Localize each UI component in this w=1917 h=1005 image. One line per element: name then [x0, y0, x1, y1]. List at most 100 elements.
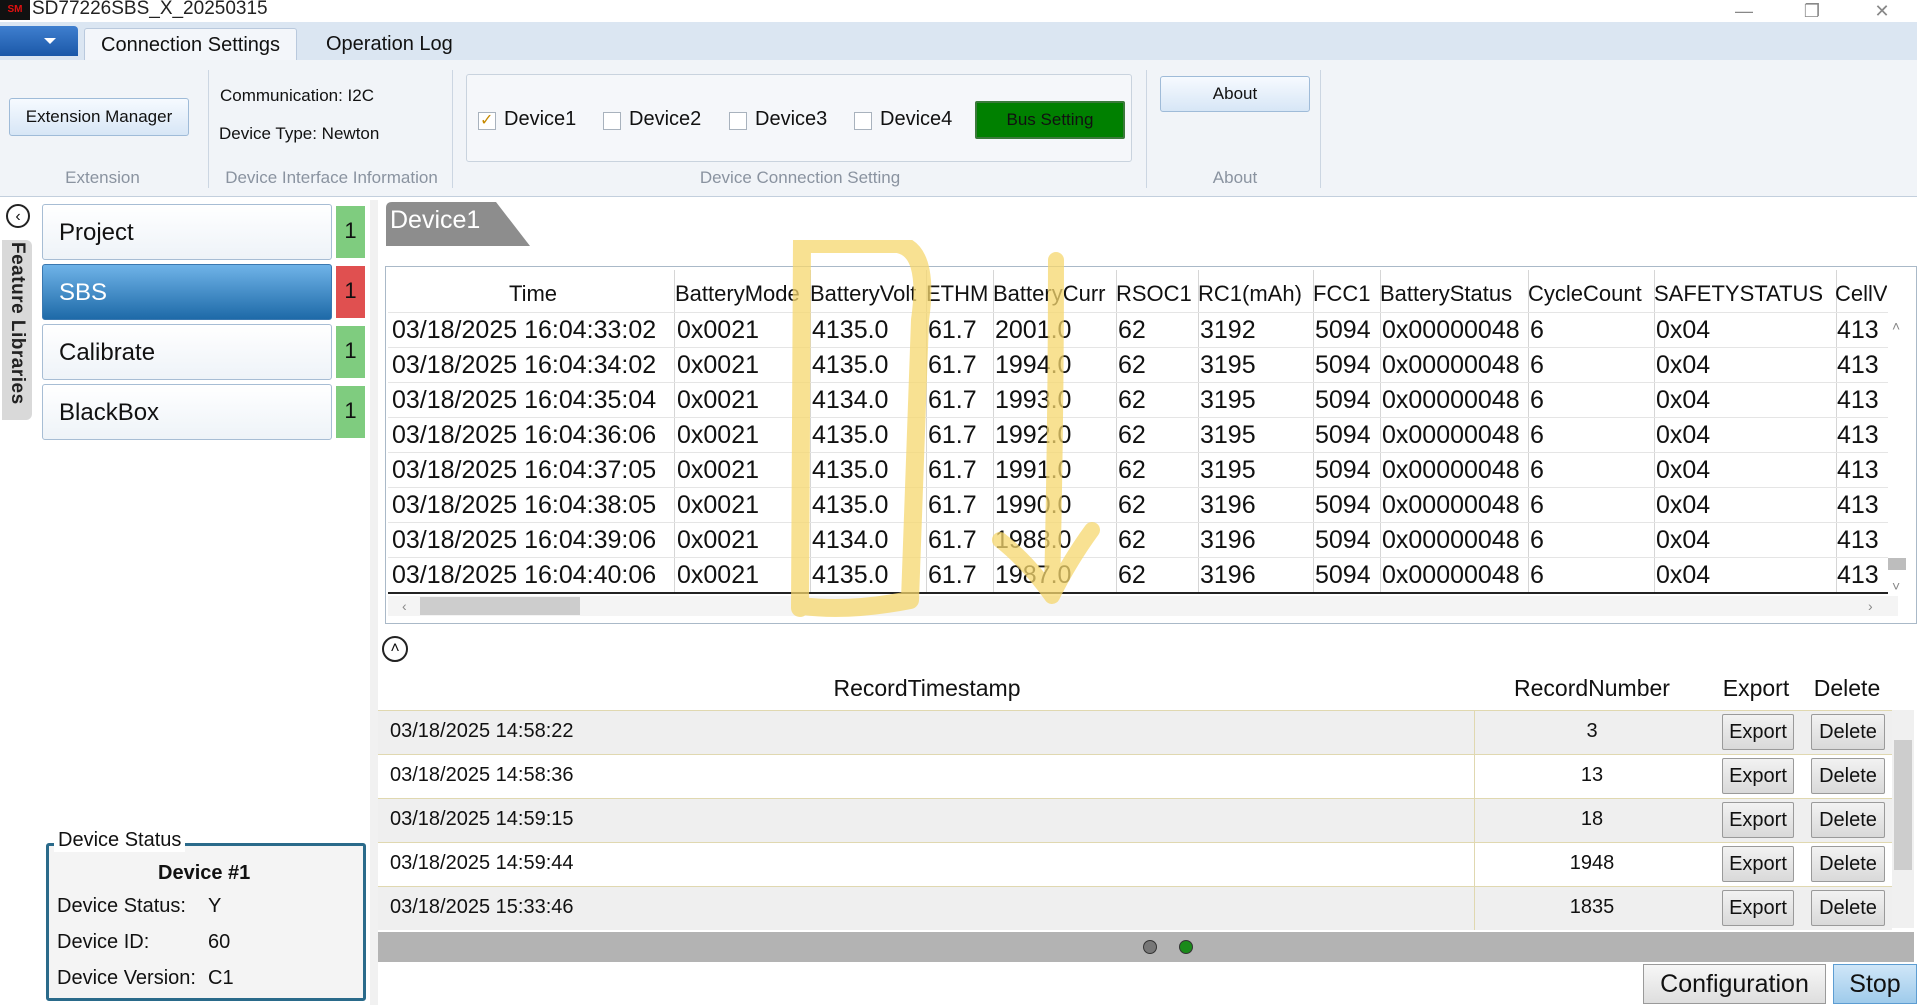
grid-cell[interactable]: 4135.0	[812, 348, 926, 382]
device4-checkbox[interactable]	[854, 112, 872, 130]
grid-cell[interactable]: 2001.0	[995, 313, 1115, 347]
grid-cell[interactable]: 6	[1530, 383, 1654, 417]
grid-cell[interactable]: 61.7	[928, 453, 994, 487]
grid-cell[interactable]: 0x04	[1656, 313, 1836, 347]
page-indicator-2[interactable]	[1179, 940, 1193, 954]
grid-col-header[interactable]: BatteryVolt	[810, 274, 926, 314]
grid-cell[interactable]: 5094	[1315, 558, 1380, 592]
grid-cell[interactable]: 6	[1530, 418, 1654, 452]
grid-cell[interactable]: 62	[1118, 418, 1198, 452]
grid-col-header[interactable]: BatteryMode	[675, 274, 810, 314]
grid-cell[interactable]: 61.7	[928, 418, 994, 452]
grid-cell[interactable]: 6	[1530, 313, 1654, 347]
collapse-sidebar-button[interactable]: ‹	[6, 204, 30, 228]
grid-cell[interactable]: 03/18/2025 16:04:36:06	[392, 418, 674, 452]
grid-cell[interactable]: 61.7	[928, 383, 994, 417]
col-header-record-number[interactable]: RecordNumber	[1476, 668, 1708, 708]
scroll-down-icon[interactable]: ˅	[1892, 578, 1900, 594]
grid-cell[interactable]: 0x00000048	[1382, 313, 1528, 347]
grid-cell[interactable]: 0x00000048	[1382, 348, 1528, 382]
collapse-records-button[interactable]: ˄	[382, 636, 408, 662]
about-button[interactable]: About	[1160, 76, 1310, 112]
grid-cell[interactable]: 413	[1837, 418, 1887, 452]
grid-col-header[interactable]: Time	[392, 274, 674, 314]
device3-checkbox[interactable]	[729, 112, 747, 130]
scroll-left-icon[interactable]: ‹	[402, 598, 407, 614]
grid-cell[interactable]: 62	[1118, 453, 1198, 487]
grid-cell[interactable]: 413	[1837, 313, 1887, 347]
grid-cell[interactable]: 03/18/2025 16:04:35:04	[392, 383, 674, 417]
sidebar-item-blackbox[interactable]: BlackBox	[42, 384, 332, 440]
grid-cell[interactable]: 4134.0	[812, 383, 926, 417]
grid-cell[interactable]: 62	[1118, 313, 1198, 347]
extension-manager-button[interactable]: Extension Manager	[9, 98, 189, 136]
grid-cell[interactable]: 4135.0	[812, 313, 926, 347]
scroll-up-icon[interactable]: ˄	[1892, 318, 1900, 334]
grid-cell[interactable]: 6	[1530, 558, 1654, 592]
grid-cell[interactable]: 0x00000048	[1382, 488, 1528, 522]
grid-cell[interactable]: 5094	[1315, 418, 1380, 452]
grid-col-header[interactable]: SAFETYSTATUS	[1654, 274, 1836, 314]
grid-cell[interactable]: 0x04	[1656, 418, 1836, 452]
grid-cell[interactable]: 3195	[1200, 418, 1313, 452]
grid-cell[interactable]: 61.7	[928, 558, 994, 592]
grid-horizontal-scrollbar[interactable]	[388, 596, 1898, 616]
grid-cell[interactable]: 5094	[1315, 348, 1380, 382]
grid-cell[interactable]: 0x00000048	[1382, 383, 1528, 417]
grid-cell[interactable]: 62	[1118, 383, 1198, 417]
export-button[interactable]: Export	[1722, 846, 1794, 882]
grid-col-header[interactable]: FCC1	[1313, 274, 1380, 314]
delete-button[interactable]: Delete	[1811, 846, 1885, 882]
grid-cell[interactable]: 0x04	[1656, 383, 1836, 417]
grid-cell[interactable]: 0x0021	[677, 488, 810, 522]
grid-col-header[interactable]: CellV	[1835, 274, 1887, 314]
grid-cell[interactable]: 1991.0	[995, 453, 1115, 487]
sidebar-item-sbs[interactable]: SBS	[42, 264, 332, 320]
grid-cell[interactable]: 5094	[1315, 488, 1380, 522]
grid-cell[interactable]: 6	[1530, 348, 1654, 382]
grid-cell[interactable]: 3195	[1200, 453, 1313, 487]
grid-cell[interactable]: 62	[1118, 488, 1198, 522]
close-button[interactable]: ✕	[1852, 0, 1912, 22]
export-button[interactable]: Export	[1722, 758, 1794, 794]
sidebar-item-project[interactable]: Project	[42, 204, 332, 260]
export-button[interactable]: Export	[1722, 890, 1794, 926]
grid-cell[interactable]: 0x04	[1656, 523, 1836, 557]
grid-cell[interactable]: 3195	[1200, 383, 1313, 417]
page-indicator-1[interactable]	[1143, 940, 1157, 954]
grid-cell[interactable]: 0x0021	[677, 313, 810, 347]
grid-cell[interactable]: 5094	[1315, 453, 1380, 487]
grid-cell[interactable]: 62	[1118, 523, 1198, 557]
grid-cell[interactable]: 62	[1118, 558, 1198, 592]
grid-cell[interactable]: 4135.0	[812, 418, 926, 452]
stop-button[interactable]: Stop	[1833, 964, 1917, 1004]
grid-cell[interactable]: 3192	[1200, 313, 1313, 347]
sidebar-item-calibrate[interactable]: Calibrate	[42, 324, 332, 380]
grid-cell[interactable]: 61.7	[928, 313, 994, 347]
grid-cell[interactable]: 0x0021	[677, 383, 810, 417]
grid-cell[interactable]: 0x0021	[677, 348, 810, 382]
grid-horizontal-scroll-thumb[interactable]	[420, 597, 580, 615]
grid-cell[interactable]: 0x0021	[677, 418, 810, 452]
grid-cell[interactable]: 0x04	[1656, 558, 1836, 592]
grid-cell[interactable]: 6	[1530, 523, 1654, 557]
grid-cell[interactable]: 3196	[1200, 488, 1313, 522]
grid-cell[interactable]: 1990.0	[995, 488, 1115, 522]
grid-cell[interactable]: 61.7	[928, 348, 994, 382]
app-menu-button[interactable]	[0, 26, 78, 56]
grid-col-header[interactable]: BatteryCurr	[993, 274, 1115, 314]
col-header-record-timestamp[interactable]: RecordTimestamp	[380, 668, 1474, 708]
device1-checkbox[interactable]	[478, 110, 496, 130]
tab-connection-settings[interactable]: Connection Settings	[84, 28, 298, 61]
grid-cell[interactable]: 1994.0	[995, 348, 1115, 382]
col-header-export[interactable]: Export	[1710, 668, 1802, 708]
grid-cell[interactable]: 1988.0	[995, 523, 1115, 557]
grid-cell[interactable]: 3196	[1200, 523, 1313, 557]
delete-button[interactable]: Delete	[1811, 802, 1885, 838]
grid-cell[interactable]: 5094	[1315, 313, 1380, 347]
grid-cell[interactable]: 4134.0	[812, 523, 926, 557]
grid-cell[interactable]: 03/18/2025 16:04:39:06	[392, 523, 674, 557]
grid-cell[interactable]: 6	[1530, 453, 1654, 487]
grid-cell[interactable]: 03/18/2025 16:04:38:05	[392, 488, 674, 522]
grid-cell[interactable]: 0x04	[1656, 488, 1836, 522]
